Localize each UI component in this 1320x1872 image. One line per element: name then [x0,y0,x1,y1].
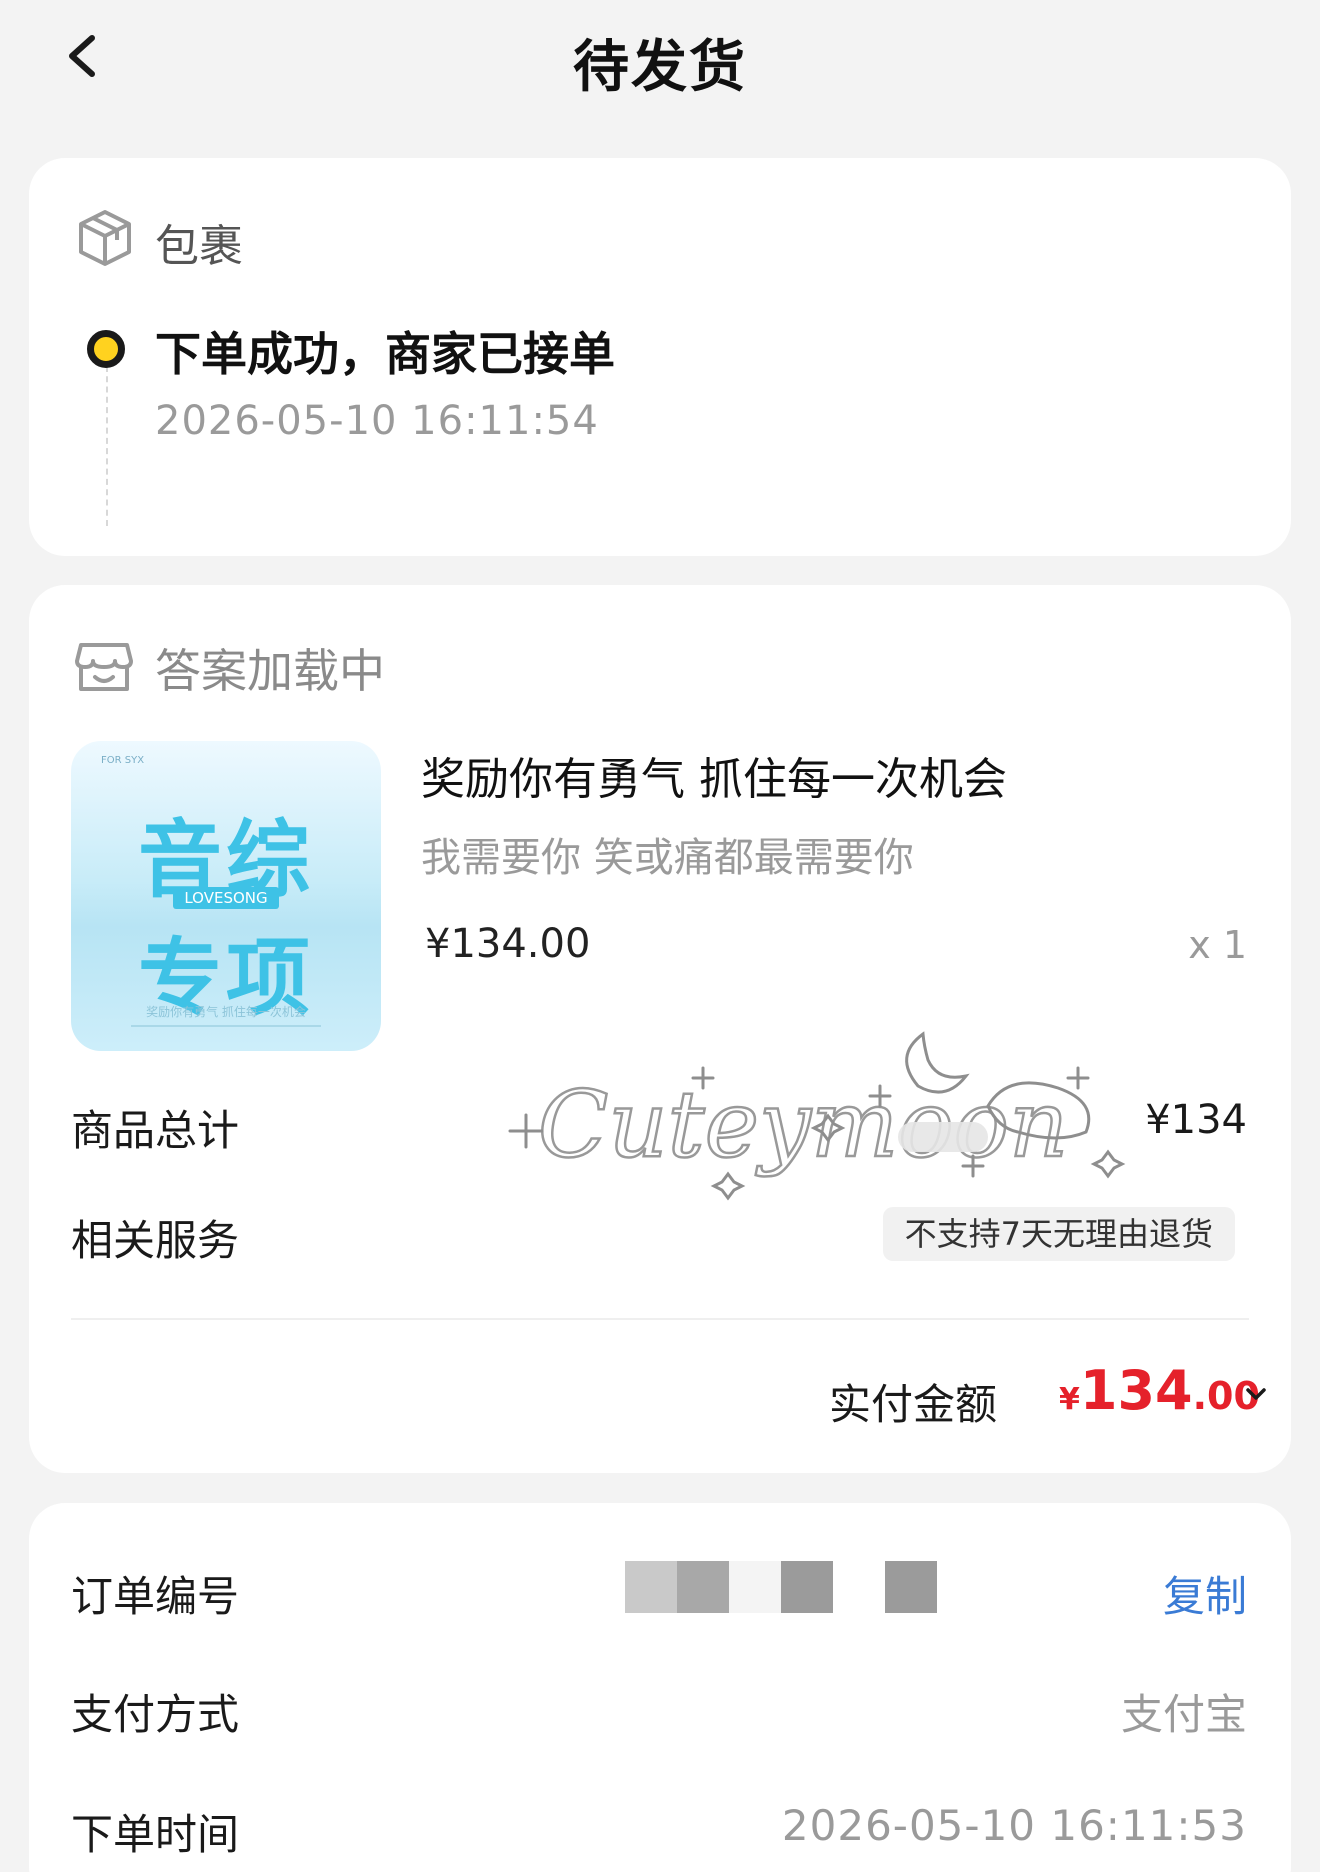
service-label: 相关服务 [71,1216,240,1265]
timeline-status-text: 下单成功，商家已接单 [155,327,615,381]
shop-name[interactable]: 答案加载中 [155,635,385,701]
order-number-masked [625,1561,945,1613]
thumbnail-bar [131,1025,321,1027]
package-card: 包裹 下单成功，商家已接单 2026-05-10 16:11:54 [29,158,1291,556]
thumbnail-top-text: FOR SYX [101,755,145,766]
service-tag[interactable]: 不支持7天无理由退货 [882,1207,1235,1261]
timeline-status-dot [87,330,125,368]
package-label: 包裹 [155,221,243,272]
product-subtitle: 我需要你 笑或痛都最需要你 [421,835,914,881]
order-number-label: 订单编号 [71,1572,240,1621]
header-bar: 待发货 [0,0,1320,120]
divider [71,1318,1249,1320]
timeline-line [106,366,108,526]
product-card: 答案加载中 FOR SYX 音综 LOVESONG 专项 奖励你有勇气 抓住每一… [29,585,1291,1473]
order-time-value: 2026-05-10 16:11:53 [781,1801,1247,1850]
subtotal-label: 商品总计 [71,1106,240,1155]
thumbnail-bottom-text: 奖励你有勇气 抓住每一次机会 [146,1005,306,1019]
timeline-status-time: 2026-05-10 16:11:54 [155,398,599,444]
product-thumbnail[interactable]: FOR SYX 音综 LOVESONG 专项 奖励你有勇气 抓住每一次机会 [71,741,381,1051]
product-title[interactable]: 奖励你有勇气 抓住每一次机会 [421,743,1007,807]
copy-order-number-button[interactable]: 复制 [1163,1563,1247,1624]
paid-amount-label: 实付金额 [829,1380,998,1429]
pay-method-value: 支付宝 [1120,1690,1247,1739]
order-info-card: 订单编号 复制 支付方式 支付宝 下单时间 2026-05-10 16:11:5… [29,1503,1291,1872]
chevron-down-icon[interactable] [1241,1379,1271,1409]
paid-amount: ¥134.00 [1059,1359,1260,1422]
paid-integer: 134 [1079,1359,1193,1422]
subtotal-value: ¥134 [1145,1097,1247,1143]
pay-method-label: 支付方式 [71,1690,240,1739]
product-price: ¥134.00 [425,921,591,967]
paid-currency: ¥ [1059,1382,1080,1417]
shop-icon [75,643,133,691]
package-box-icon [79,210,131,266]
product-quantity: x 1 [1188,923,1247,967]
order-time-label: 下单时间 [71,1810,240,1859]
thumbnail-tag: LOVESONG [173,887,279,909]
page-title: 待发货 [573,35,747,100]
